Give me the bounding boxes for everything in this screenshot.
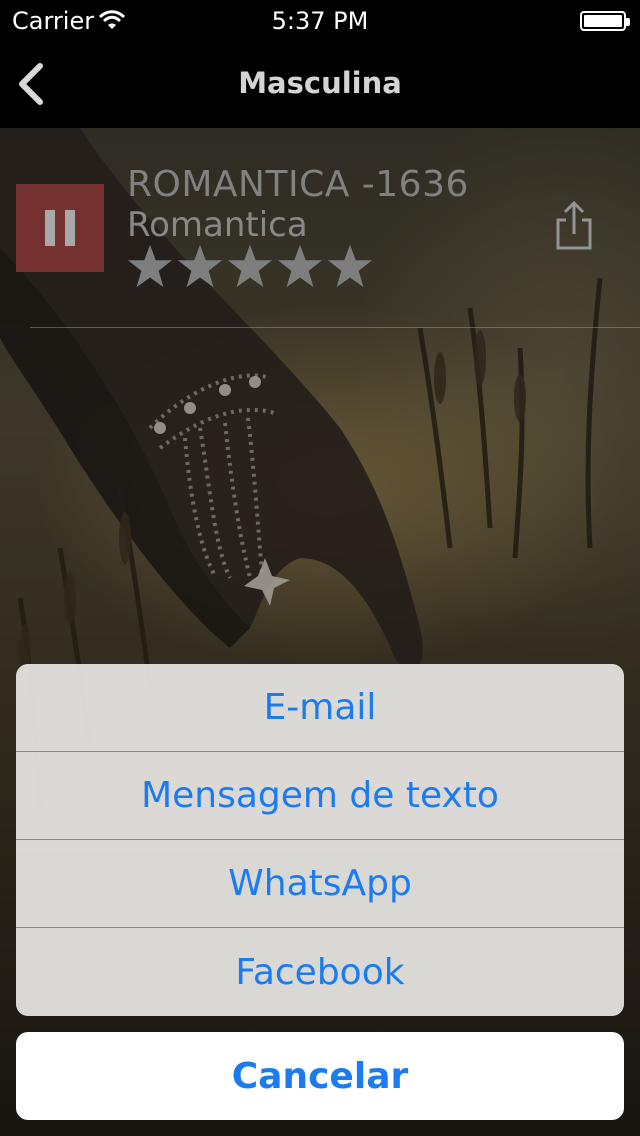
share-action-sheet: E-mail Mensagem de texto WhatsApp Facebo… [16,664,624,1016]
battery-icon [580,11,630,31]
screen: Carrier 5:37 PM Masculina ROMANTICA -163… [0,0,640,1136]
share-option-facebook[interactable]: Facebook [16,928,624,1016]
share-option-text-message[interactable]: Mensagem de texto [16,752,624,840]
status-time: 5:37 PM [271,7,369,35]
status-bar: Carrier 5:37 PM [0,0,640,40]
share-option-email[interactable]: E-mail [16,664,624,752]
page-title: Masculina [238,66,402,100]
share-option-whatsapp[interactable]: WhatsApp [16,840,624,928]
nav-bar: Masculina [0,40,640,128]
cancel-button[interactable]: Cancelar [16,1032,624,1120]
